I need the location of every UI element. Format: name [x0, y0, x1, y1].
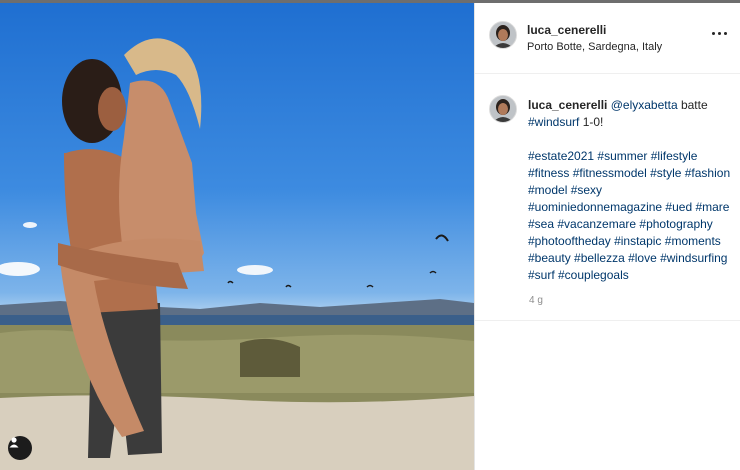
more-options-button[interactable]	[712, 29, 730, 39]
kite	[285, 284, 292, 288]
caption-hashtag[interactable]: #windsurf	[528, 115, 579, 129]
caption-text: batte	[677, 98, 708, 112]
caption-mention[interactable]: @elyxabetta	[611, 98, 678, 112]
header-username[interactable]: luca_cenerelli	[527, 23, 606, 37]
avatar-image	[490, 96, 516, 122]
user-tag-icon	[9, 437, 19, 448]
hashtag-line[interactable]: #beauty #bellezza #love #windsurfing	[528, 250, 733, 267]
divider	[475, 320, 740, 321]
hashtag-line[interactable]: #estate2021 #summer #lifestyle	[528, 148, 733, 165]
hashtags: #estate2021 #summer #lifestyle #fitness …	[528, 148, 733, 284]
caption: luca_cenerelli @elyxabetta batte #windsu…	[528, 97, 728, 131]
sand	[0, 395, 474, 470]
caption-text-end: 1-0!	[579, 115, 604, 129]
post-header: luca_cenerelli Porto Botte, Sardegna, It…	[475, 3, 740, 74]
avatar[interactable]	[489, 21, 517, 49]
avatar-image	[490, 22, 516, 48]
bush	[240, 338, 300, 377]
kite	[366, 284, 374, 288]
user-tag-button[interactable]	[8, 436, 32, 460]
hashtag-line[interactable]: #surf #couplegoals	[528, 267, 733, 284]
hashtag-line[interactable]: #uominiedonnemagazine #ued #mare	[528, 199, 733, 216]
cloud	[237, 265, 273, 275]
grass-highlight	[0, 330, 474, 393]
photo-illustration	[0, 38, 474, 470]
more-options-icon	[724, 32, 727, 35]
cloud	[0, 262, 40, 276]
man-face	[98, 87, 126, 131]
post-photo[interactable]	[0, 3, 474, 470]
kite	[435, 234, 449, 242]
cloud	[23, 222, 37, 228]
hashtag-line[interactable]: #fitness #fitnessmodel #style #fashion	[528, 165, 733, 182]
post-side-panel: luca_cenerelli Porto Botte, Sardegna, It…	[474, 3, 740, 470]
more-options-icon	[712, 32, 715, 35]
caption-username[interactable]: luca_cenerelli	[528, 98, 607, 112]
caption-avatar[interactable]	[489, 95, 517, 123]
hashtag-line[interactable]: #photooftheday #instapic #moments	[528, 233, 733, 250]
hashtag-line[interactable]: #model #sexy	[528, 182, 733, 199]
post-time: 4 g	[529, 295, 543, 306]
more-options-icon	[718, 32, 721, 35]
hashtag-line[interactable]: #sea #vacanzemare #photography	[528, 216, 733, 233]
post-location[interactable]: Porto Botte, Sardegna, Italy	[527, 41, 662, 53]
kite	[227, 280, 234, 284]
kite	[429, 270, 437, 274]
